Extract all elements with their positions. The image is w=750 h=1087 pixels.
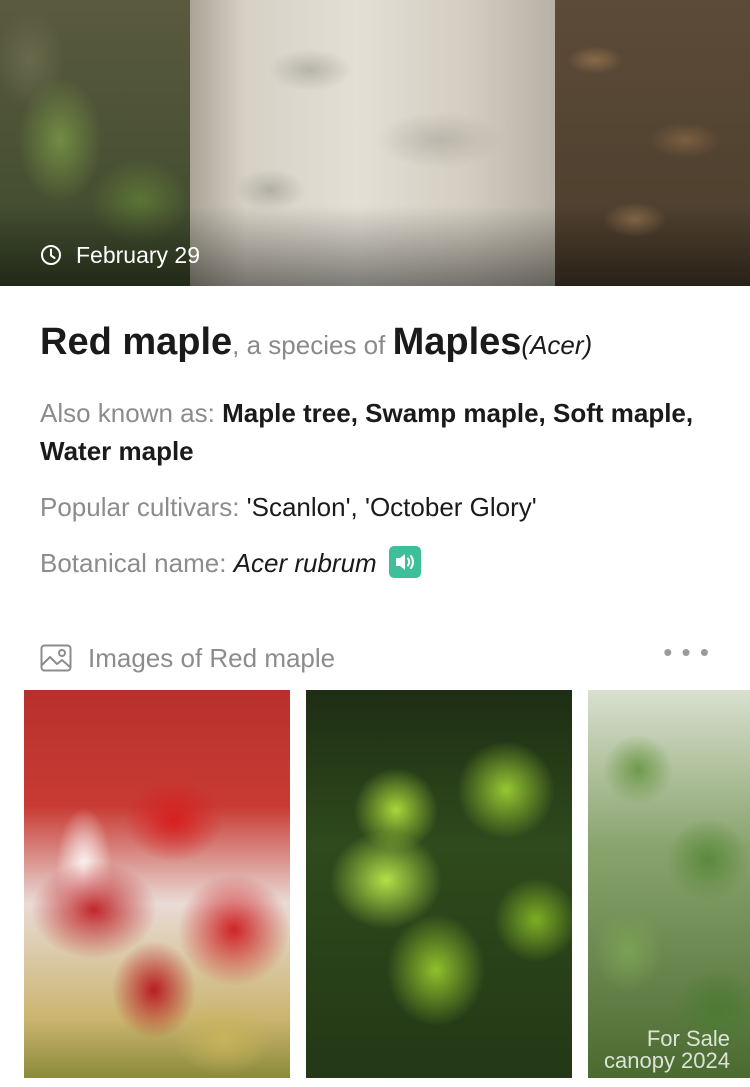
cultivars-value: 'Scanlon', 'October Glory': [246, 492, 537, 522]
plant-title: Red maple, a species of Maples(Acer): [40, 318, 720, 374]
date-row: February 29: [40, 240, 200, 270]
watermark-line-2: canopy 2024: [604, 1048, 730, 1073]
date-label: February 29: [76, 241, 201, 268]
genus-latin: (Acer): [521, 330, 593, 360]
thumbnail-red-maple-leaves[interactable]: [24, 690, 290, 1078]
cultivars-field: Popular cultivars: 'Scanlon', 'October G…: [40, 488, 720, 526]
thumbnail-maple-foliage[interactable]: For Sale canopy 2024: [588, 690, 750, 1078]
images-header: Images of Red maple • • •: [40, 638, 710, 678]
genus-link[interactable]: Maples: [393, 321, 522, 363]
plant-info: Red maple, a species of Maples(Acer) Als…: [40, 318, 720, 582]
plant-name: Red maple: [40, 321, 233, 363]
watermark-line-1: For Sale: [646, 1026, 730, 1051]
aka-field: Also known as: Maple tree, Swamp maple, …: [40, 394, 720, 470]
watermark: For Sale canopy 2024: [604, 1028, 730, 1072]
image-carousel[interactable]: For Sale canopy 2024: [24, 690, 750, 1078]
clock-icon: [41, 245, 61, 265]
speaker-icon[interactable]: [388, 546, 421, 578]
speaker-glyph-icon: [395, 554, 414, 570]
botanical-label: Botanical name:: [40, 548, 234, 578]
botanical-value: Acer rubrum: [233, 548, 377, 578]
cultivars-label: Popular cultivars:: [40, 492, 247, 522]
species-connector: , a species of: [232, 330, 393, 360]
botanical-field: Botanical name: Acer rubrum: [40, 544, 720, 582]
gallery-icon: [40, 644, 72, 672]
aka-label: Also known as:: [40, 398, 223, 428]
images-header-label: Images of Red maple: [88, 642, 336, 673]
thumbnail-green-maple-leaves[interactable]: [306, 690, 572, 1078]
more-icon[interactable]: • • •: [663, 639, 710, 665]
hero-image: February 29: [0, 0, 750, 286]
